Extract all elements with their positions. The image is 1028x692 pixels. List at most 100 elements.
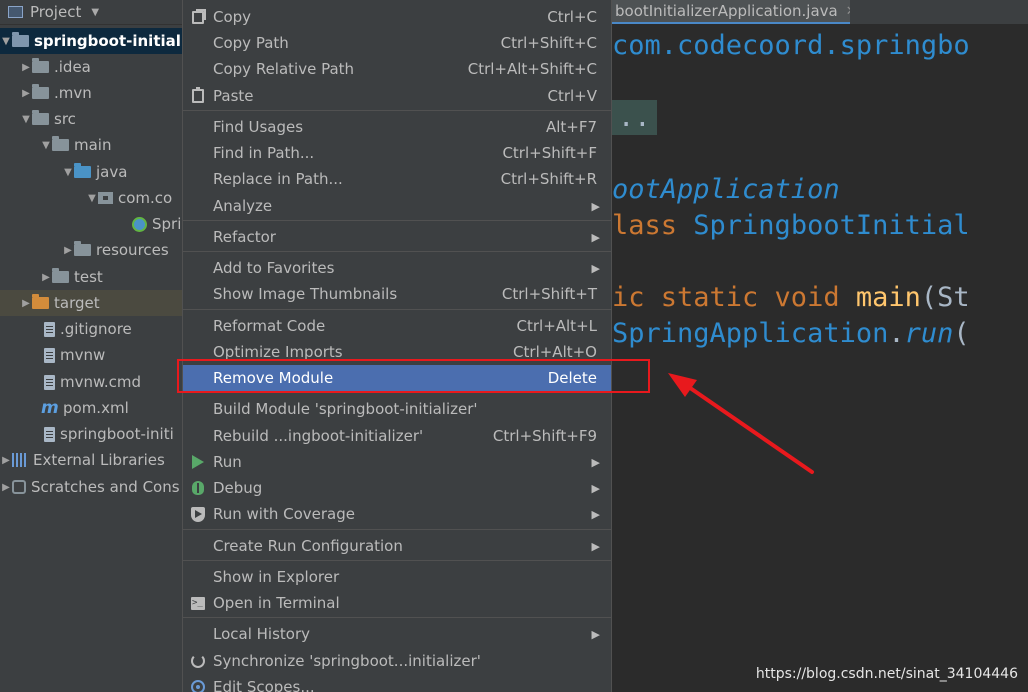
tree-node-resources[interactable]: ▶ resources xyxy=(0,237,184,263)
menu-item-synchronize[interactable]: Synchronize 'springboot...initializer' xyxy=(183,648,611,674)
tree-node-label: External Libraries xyxy=(33,451,165,469)
expand-arrow-icon[interactable]: ▼ xyxy=(62,167,74,178)
editor-tab[interactable]: bootInitializerApplication.java ✕ xyxy=(612,0,850,24)
sync-icon xyxy=(191,654,205,668)
menu-separator xyxy=(183,251,611,252)
menu-item-run[interactable]: Run ▶ xyxy=(183,449,611,475)
menu-item-reformat-code[interactable]: Reformat Code Ctrl+Alt+L xyxy=(183,313,611,339)
menu-item-add-to-favorites[interactable]: Add to Favorites ▶ xyxy=(183,255,611,281)
tree-node-main[interactable]: ▼ main xyxy=(0,132,184,158)
folder-icon xyxy=(52,268,69,283)
submenu-arrow-icon: ▶ xyxy=(591,261,600,275)
menu-item-refactor[interactable]: Refactor ▶ xyxy=(183,224,611,250)
tree-node-external-libraries[interactable]: ▶ External Libraries xyxy=(0,447,184,473)
collapse-arrow-icon[interactable]: ▶ xyxy=(62,245,74,256)
tree-node-idea[interactable]: ▶ .idea xyxy=(0,54,184,80)
collapse-arrow-icon[interactable]: ▶ xyxy=(0,482,12,493)
chevron-down-icon[interactable]: ▼ xyxy=(91,7,99,18)
menu-item-shortcut: Ctrl+V xyxy=(547,87,597,105)
menu-item-build-module[interactable]: Build Module 'springboot-initializer' xyxy=(183,396,611,422)
tree-node-spring-class[interactable]: Spri xyxy=(0,211,184,237)
folder-icon xyxy=(32,58,49,73)
menu-item-debug[interactable]: Debug ▶ xyxy=(183,475,611,501)
submenu-arrow-icon: ▶ xyxy=(591,199,600,213)
source-folder-icon xyxy=(74,163,91,178)
menu-separator xyxy=(183,220,611,221)
menu-item-copy-relative-path[interactable]: Copy Relative Path Ctrl+Alt+Shift+C xyxy=(183,56,611,82)
keyword: ic static void xyxy=(612,282,856,313)
menu-item-run-with-coverage[interactable]: Run with Coverage ▶ xyxy=(183,501,611,527)
file-icon xyxy=(44,321,55,337)
collapse-arrow-icon[interactable]: ▶ xyxy=(20,62,32,73)
tree-node-java[interactable]: ▼ java xyxy=(0,159,184,185)
tree-node-target[interactable]: ▶ target xyxy=(0,290,184,316)
menu-item-label: Replace in Path... xyxy=(213,170,343,188)
tree-node-scratches[interactable]: ▶ Scratches and Cons xyxy=(0,474,184,500)
menu-item-rebuild-module[interactable]: Rebuild ...ingboot-initializer' Ctrl+Shi… xyxy=(183,423,611,449)
menu-item-replace-in-path[interactable]: Replace in Path... Ctrl+Shift+R xyxy=(183,166,611,192)
menu-item-create-run-configuration[interactable]: Create Run Configuration ▶ xyxy=(183,533,611,559)
tree-node-pom[interactable]: m pom.xml xyxy=(0,395,184,421)
menu-item-show-in-explorer[interactable]: Show in Explorer xyxy=(183,564,611,590)
paren: ( xyxy=(953,318,970,349)
menu-item-local-history[interactable]: Local History ▶ xyxy=(183,621,611,647)
tree-node-mvn[interactable]: ▶ .mvn xyxy=(0,80,184,106)
collapse-arrow-icon[interactable]: ▶ xyxy=(20,298,32,309)
code-line: lass SpringbootInitial xyxy=(612,210,970,241)
submenu-arrow-icon: ▶ xyxy=(591,481,600,495)
expand-arrow-icon[interactable]: ▼ xyxy=(40,140,52,151)
collapse-arrow-icon[interactable]: ▶ xyxy=(20,88,32,99)
expand-arrow-icon[interactable]: ▼ xyxy=(0,36,12,47)
menu-item-paste[interactable]: Paste Ctrl+V xyxy=(183,83,611,109)
tree-node-gitignore[interactable]: .gitignore xyxy=(0,316,184,342)
menu-item-find-usages[interactable]: Find Usages Alt+F7 xyxy=(183,114,611,140)
menu-item-open-in-terminal[interactable]: >_ Open in Terminal xyxy=(183,590,611,616)
tree-node-module-root[interactable]: ▼ springboot-initializ xyxy=(0,28,184,54)
menu-item-label: Build Module 'springboot-initializer' xyxy=(213,400,478,418)
menu-item-shortcut: Ctrl+Shift+C xyxy=(500,34,597,52)
menu-item-copy-path[interactable]: Copy Path Ctrl+Shift+C xyxy=(183,30,611,56)
tree-node-mvnw-cmd[interactable]: mvnw.cmd xyxy=(0,369,184,395)
expand-arrow-icon[interactable]: ▼ xyxy=(20,114,32,125)
menu-item-label: Analyze xyxy=(213,197,273,215)
menu-item-label: Show in Explorer xyxy=(213,568,340,586)
menu-item-edit-scopes[interactable]: Edit Scopes... xyxy=(183,674,611,692)
menu-item-shortcut: Ctrl+Alt+L xyxy=(516,317,598,335)
menu-item-label: Run xyxy=(213,453,242,471)
file-icon xyxy=(44,374,55,390)
tree-node-test[interactable]: ▶ test xyxy=(0,264,184,290)
menu-item-analyze[interactable]: Analyze ▶ xyxy=(183,193,611,219)
tree-node-label: com.co xyxy=(118,189,173,207)
menu-item-label: Find Usages xyxy=(213,118,304,136)
code-line: com.codecoord.springbo xyxy=(612,30,970,61)
file-icon xyxy=(44,347,55,363)
tree-node-mvnw[interactable]: mvnw xyxy=(0,342,184,368)
tree-node-label: Spri xyxy=(152,215,182,233)
terminal-icon: >_ xyxy=(191,596,205,610)
expand-arrow-icon[interactable]: ▼ xyxy=(86,193,98,204)
tree-node-package[interactable]: ▼ com.co xyxy=(0,185,184,211)
tree-node-iml[interactable]: springboot-initi xyxy=(0,421,184,447)
menu-item-label: Show Image Thumbnails xyxy=(213,285,398,303)
code-editor[interactable]: com.codecoord.springbo .. ootApplication… xyxy=(612,24,1028,692)
menu-item-label: Run with Coverage xyxy=(213,505,355,523)
class-name: SpringbootInitial xyxy=(693,210,970,241)
resources-folder-icon xyxy=(74,241,91,256)
method-params: (St xyxy=(920,282,970,313)
tree-node-src[interactable]: ▼ src xyxy=(0,106,184,132)
collapse-arrow-icon[interactable]: ▶ xyxy=(40,272,52,283)
debug-icon xyxy=(192,481,204,495)
project-panel-header[interactable]: Project ▼ xyxy=(0,0,184,25)
folded-imports[interactable]: .. xyxy=(612,100,657,135)
highlight-box xyxy=(177,359,650,393)
menu-item-find-in-path[interactable]: Find in Path... Ctrl+Shift+F xyxy=(183,140,611,166)
menu-item-copy[interactable]: Copy Ctrl+C xyxy=(183,4,611,30)
project-panel-icon xyxy=(8,6,23,18)
menu-item-show-image-thumbnails[interactable]: Show Image Thumbnails Ctrl+Shift+T xyxy=(183,281,611,307)
method-name: main xyxy=(855,282,921,313)
collapse-arrow-icon[interactable]: ▶ xyxy=(0,455,12,466)
submenu-arrow-icon: ▶ xyxy=(591,507,600,521)
folder-icon xyxy=(32,84,49,99)
scratches-icon xyxy=(12,480,26,494)
paste-icon xyxy=(192,87,204,103)
